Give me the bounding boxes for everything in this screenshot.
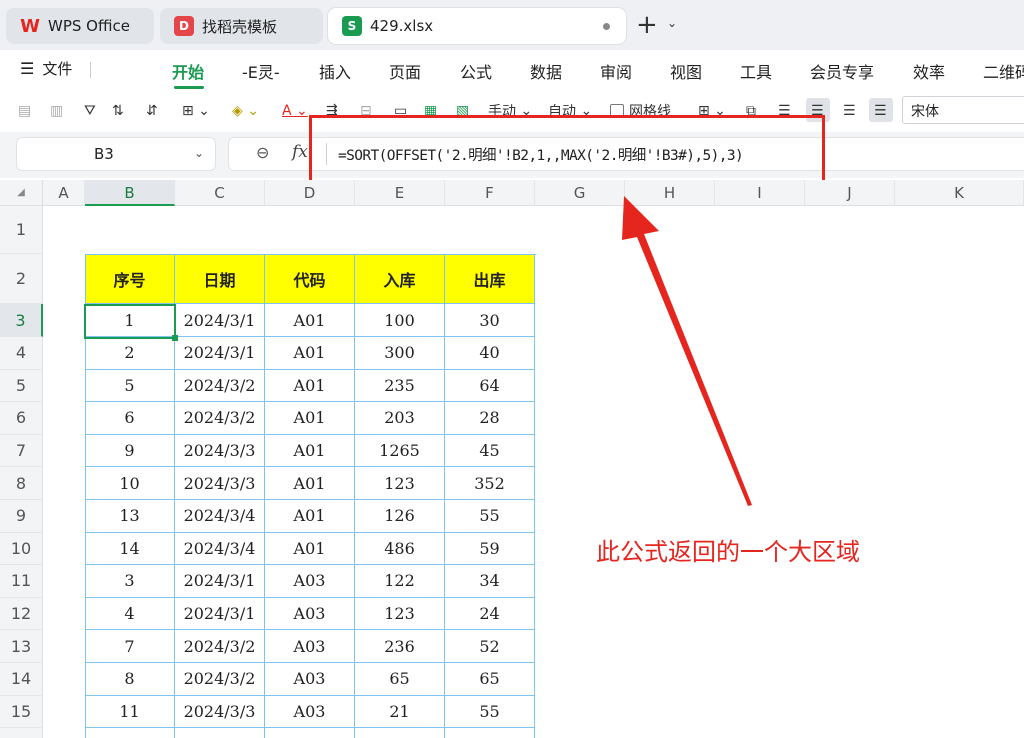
arrow-shape [622,196,752,506]
annotation-text: 此公式返回的一个大区域 [596,538,860,566]
annotation-arrow [622,196,752,506]
